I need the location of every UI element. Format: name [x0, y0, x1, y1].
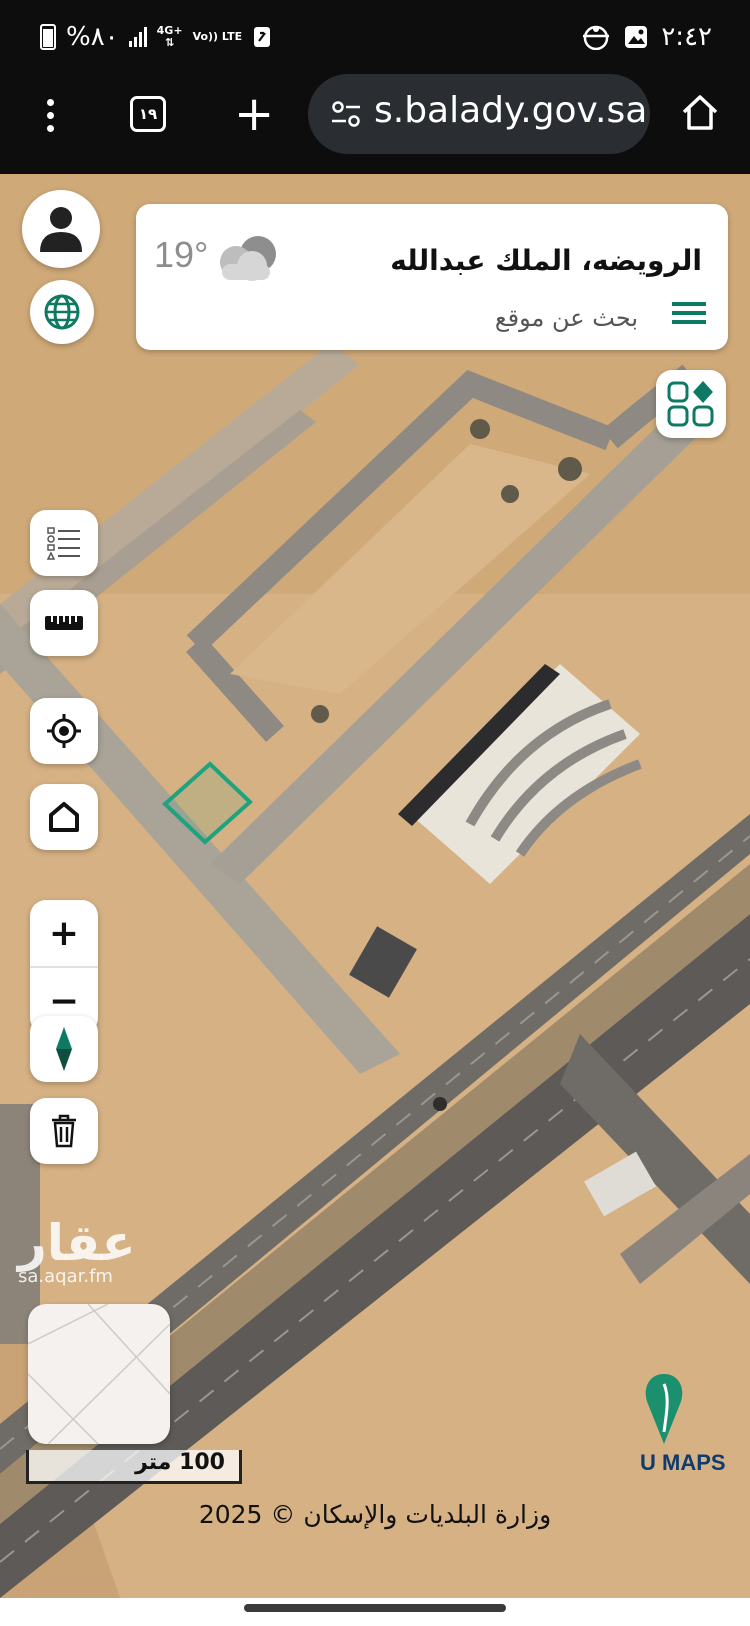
compass-icon [56, 1027, 72, 1071]
search-input[interactable]: بحث عن موقع [495, 304, 638, 332]
battery-icon [40, 24, 56, 50]
compass-button[interactable] [30, 1016, 98, 1082]
legend-button[interactable] [30, 510, 98, 576]
network-type: 4G+ ⇅ [156, 24, 183, 49]
status-right: ٢:٤٢ [581, 22, 712, 52]
language-button[interactable] [30, 280, 94, 344]
scale-label: 100 متر [135, 1450, 225, 1475]
volte-indicator: Vo)) LTE [192, 30, 243, 43]
weather-temperature: 19° [154, 234, 209, 275]
layers-button[interactable] [656, 370, 726, 438]
aqar-watermark: عقار sa.aqar.fm [18, 1214, 136, 1287]
overview-minimap[interactable] [28, 1304, 170, 1444]
gallery-icon [625, 26, 648, 48]
umaps-logo-icon [645, 1374, 683, 1444]
clock: ٢:٤٢ [661, 22, 712, 52]
site-settings-icon[interactable] [330, 100, 362, 128]
url-text: s.balady.gov.sa [374, 90, 648, 131]
location-name: الرويضه، الملك عبدالله [390, 244, 702, 277]
minimap-lines [28, 1304, 170, 1444]
address-bar[interactable]: s.balady.gov.sa [308, 74, 650, 154]
home-map-icon [49, 802, 79, 832]
gesture-bar [0, 1598, 750, 1626]
nfc-icon [254, 27, 271, 47]
status-left: %٨٠ 4G+ ⇅ Vo)) LTE [40, 22, 272, 52]
globe-icon [44, 294, 80, 330]
cloud-icon [220, 236, 276, 281]
crosshair-icon [47, 714, 81, 748]
tab-switcher-button[interactable]: ١٩ [130, 96, 166, 132]
ruler-icon [45, 616, 83, 630]
zoom-in-button[interactable]: + [30, 900, 98, 966]
battery-level: %٨٠ [66, 22, 119, 52]
search-card[interactable]: الرويضه، الملك عبدالله بحث عن موقع 19° [136, 204, 728, 350]
menu-icon[interactable] [672, 302, 706, 332]
browser-toolbar: ١٩ + s.balady.gov.sa [0, 74, 750, 174]
browser-menu-icon[interactable] [42, 96, 58, 140]
home-gesture-handle[interactable] [244, 1604, 506, 1612]
copyright-text: وزارة البلديات والإسكان © 2025 [198, 1500, 552, 1529]
signal-icon [128, 27, 147, 47]
account-button[interactable] [22, 190, 100, 268]
trash-icon [52, 1114, 76, 1148]
user-icon [40, 207, 82, 252]
status-bar: %٨٠ 4G+ ⇅ Vo)) LTE ٢:٤٢ [0, 0, 750, 74]
new-tab-button[interactable]: + [234, 86, 274, 142]
home-icon[interactable] [678, 90, 722, 134]
zoom-controls: + − [30, 900, 98, 1034]
layers-grid-icon [667, 381, 714, 427]
provider-label: U MAPS [640, 1450, 726, 1475]
scale-bar: 100 متر [26, 1450, 242, 1484]
list-icon [46, 527, 80, 560]
watermark-logo: عقار [18, 1214, 136, 1272]
app-notification-icon [583, 25, 610, 50]
measure-button[interactable] [30, 590, 98, 656]
locate-me-button[interactable] [30, 698, 98, 764]
home-extent-button[interactable] [30, 784, 98, 850]
clear-button[interactable] [30, 1098, 98, 1164]
map-view[interactable]: الرويضه، الملك عبدالله بحث عن موقع 19° +… [0, 174, 750, 1598]
